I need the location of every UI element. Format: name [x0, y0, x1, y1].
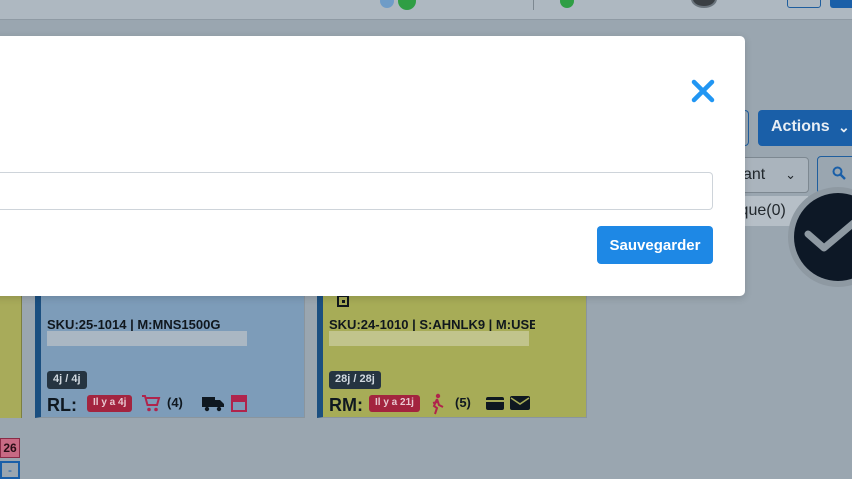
- card-redacted-text: [47, 331, 247, 346]
- mini-button[interactable]: -: [0, 461, 20, 479]
- box-icon: [337, 295, 349, 307]
- checkmark-icon: [804, 219, 852, 252]
- credit-card-icon: [486, 397, 504, 410]
- envelope-icon: [510, 396, 530, 410]
- magnifier-icon: [832, 166, 846, 180]
- cart-icon: [142, 395, 161, 412]
- online-indicator-icon: [398, 0, 416, 10]
- status-indicator-icon: [560, 0, 574, 8]
- card-count: (5): [455, 395, 471, 410]
- order-card[interactable]: SKU:25-1014 | M:MNS1500G 4j / 4j RL: Il …: [35, 290, 305, 418]
- chevron-down-icon: ⌄: [838, 119, 850, 135]
- card-time-ago-badge: Il y a 4j: [87, 395, 133, 412]
- store-icon: [231, 395, 247, 412]
- actions-button-label: Actions: [771, 118, 830, 135]
- card-code: RM:: [329, 395, 363, 415]
- order-card-partial[interactable]: [0, 290, 22, 418]
- card-redacted-text: [329, 331, 529, 346]
- calendar-badge: 26: [0, 438, 20, 458]
- walking-person-icon: [432, 393, 444, 415]
- truck-icon: [202, 397, 224, 412]
- card-days-badge: 28j / 28j: [329, 371, 381, 389]
- save-button[interactable]: Sauvegarder: [597, 226, 713, 264]
- status-dot-icon: [380, 0, 394, 8]
- avatar[interactable]: [691, 0, 717, 8]
- top-navbar: [0, 0, 852, 20]
- filter-select-value: ant: [743, 166, 766, 183]
- card-time-ago-badge: Il y a 21j: [369, 395, 420, 412]
- navbar-primary-button[interactable]: [830, 0, 852, 8]
- chevron-down-icon: ⌄: [785, 167, 796, 182]
- card-sku: SKU:25-1014 | M:MNS1500G: [47, 317, 221, 332]
- navbar-outline-button[interactable]: [787, 0, 821, 8]
- edit-modal: Sauvegarder: [0, 36, 745, 296]
- navbar-divider: [533, 0, 534, 10]
- order-card[interactable]: SKU:24-1010 | S:AHNLK9 | M:USED 28j / 28…: [317, 290, 587, 418]
- card-code: RL:: [47, 395, 77, 415]
- modal-text-input[interactable]: [0, 172, 713, 210]
- actions-button[interactable]: Actions ⌄: [758, 110, 852, 146]
- card-sku: SKU:24-1010 | S:AHNLK9 | M:USED: [329, 317, 535, 332]
- close-icon[interactable]: [688, 76, 718, 106]
- card-count: (4): [167, 395, 183, 410]
- card-days-badge: 4j / 4j: [47, 371, 87, 389]
